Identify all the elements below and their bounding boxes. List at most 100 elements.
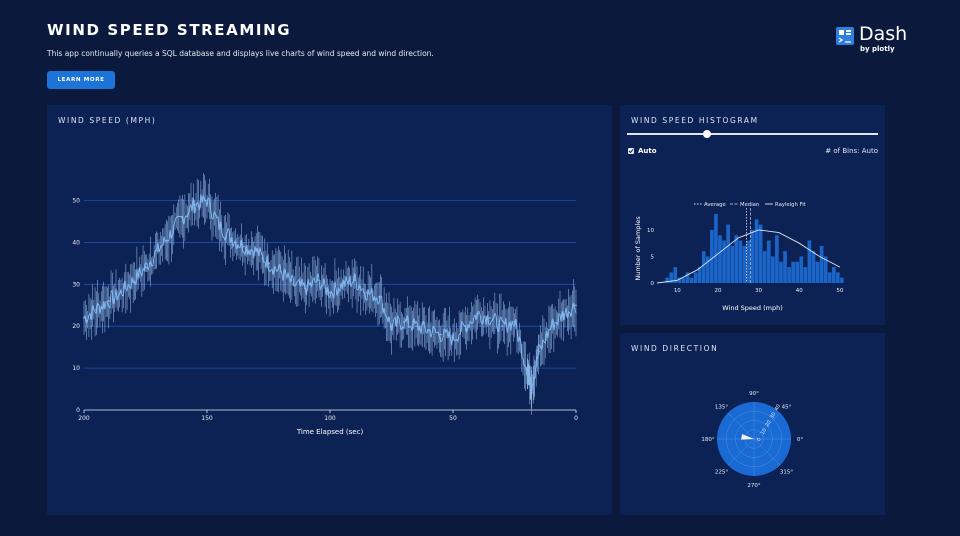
data-point[interactable] <box>390 325 393 328</box>
data-point[interactable] <box>304 287 307 290</box>
histogram-bar[interactable] <box>681 277 686 283</box>
legend-entry: Average <box>704 202 726 208</box>
data-point[interactable] <box>193 203 196 206</box>
histogram-bar[interactable] <box>693 272 698 283</box>
dash-logo[interactable]: Dash by plotly <box>836 23 916 55</box>
histogram-bar[interactable] <box>840 277 844 283</box>
angular-tick-label: 0° <box>797 437 803 443</box>
data-point[interactable] <box>452 337 454 340</box>
data-point[interactable] <box>575 304 577 307</box>
data-point[interactable] <box>353 279 356 282</box>
wind-speed-chart[interactable]: 0 10 20 30 40 50 200 150 100 50 0 Time Elapsed (sec… <box>47 105 612 515</box>
histogram-bar[interactable] <box>742 245 747 283</box>
histogram-bar[interactable] <box>827 272 832 283</box>
histogram-bar[interactable] <box>746 240 751 283</box>
histogram-bar[interactable] <box>815 261 820 283</box>
data-point[interactable] <box>243 245 245 248</box>
histogram-bar[interactable] <box>819 245 824 283</box>
histogram-bar[interactable] <box>758 224 763 283</box>
data-point[interactable] <box>107 300 110 302</box>
data-point[interactable] <box>279 270 282 273</box>
x-tick-label: 100 <box>324 415 336 422</box>
histogram-bar[interactable] <box>787 267 791 283</box>
histogram-bar[interactable] <box>754 219 759 283</box>
histogram-bar[interactable] <box>836 272 840 283</box>
data-point[interactable] <box>206 199 208 202</box>
hist-x-tick-label: 30 <box>755 288 762 294</box>
wind-direction-panel: WIND DIRECTION 90° 45° 0° 315° 270° 225° 180° 1… <box>620 333 885 515</box>
y-tick-label: 50 <box>72 198 80 205</box>
data-point[interactable] <box>267 262 270 265</box>
data-point[interactable] <box>476 312 479 315</box>
hist-x-tick-label: 20 <box>714 288 721 294</box>
data-point[interactable] <box>378 295 381 298</box>
histogram-bar[interactable] <box>795 261 800 283</box>
histogram-bar[interactable] <box>726 224 730 283</box>
data-point[interactable] <box>501 325 504 328</box>
data-point[interactable] <box>83 316 85 319</box>
histogram-bar[interactable] <box>799 256 804 283</box>
histogram-bar[interactable] <box>831 267 836 283</box>
data-point[interactable] <box>132 279 135 282</box>
histogram-bar[interactable] <box>710 229 714 283</box>
histogram-bar[interactable] <box>762 251 767 283</box>
data-point[interactable] <box>530 383 533 386</box>
histogram-bar[interactable] <box>718 235 722 283</box>
histogram-bar[interactable] <box>730 245 735 283</box>
wind-direction-chart[interactable]: 90°45°0°315°270°225°180°135°010203040 <box>620 333 885 515</box>
data-point[interactable] <box>230 237 233 240</box>
histogram-bar[interactable] <box>770 256 775 283</box>
data-point[interactable] <box>95 308 98 311</box>
data-point[interactable] <box>341 283 344 286</box>
data-point[interactable] <box>329 291 331 294</box>
y-tick-label: 20 <box>72 323 80 330</box>
histogram-bar[interactable] <box>750 229 755 283</box>
data-point[interactable] <box>550 325 553 328</box>
data-point[interactable] <box>439 333 442 336</box>
histogram-bar[interactable] <box>734 235 739 283</box>
histogram-bar[interactable] <box>722 240 726 283</box>
data-point[interactable] <box>464 325 467 328</box>
data-point[interactable] <box>181 216 184 219</box>
data-point[interactable] <box>415 325 417 328</box>
angular-tick-label: 135° <box>715 404 728 410</box>
dash-logo-glyph <box>838 30 851 43</box>
data-point[interactable] <box>513 321 516 323</box>
data-point[interactable] <box>538 350 540 353</box>
data-point[interactable] <box>366 291 368 294</box>
histogram-bar[interactable] <box>766 240 771 283</box>
data-point[interactable] <box>218 224 221 227</box>
data-point[interactable] <box>156 249 159 252</box>
x-tick-label: 150 <box>201 415 213 422</box>
histogram-bar[interactable] <box>775 235 779 283</box>
histogram-bar[interactable] <box>783 251 787 283</box>
page-title: WIND SPEED STREAMING <box>47 21 292 39</box>
legend-entry: Median <box>740 202 759 208</box>
histogram-bar[interactable] <box>791 261 795 283</box>
histogram-bar[interactable] <box>779 261 783 283</box>
x-tick-label: 0 <box>574 415 578 422</box>
data-point[interactable] <box>489 316 491 319</box>
data-point[interactable] <box>144 266 147 269</box>
data-point[interactable] <box>120 291 122 294</box>
histogram-bar[interactable] <box>738 240 743 283</box>
data-point[interactable] <box>292 283 294 286</box>
histogram-bar[interactable] <box>689 277 694 283</box>
learn-more-button[interactable]: LEARN MORE <box>47 71 115 89</box>
histogram-bar[interactable] <box>807 240 812 283</box>
histogram-bar[interactable] <box>803 267 808 283</box>
hist-y-tick-label: 10 <box>647 228 654 234</box>
data-point[interactable] <box>427 329 430 332</box>
histogram-bar[interactable] <box>701 251 706 283</box>
wind-histogram-chart[interactable]: 0 5 10 10 20 30 40 50 Wind Speed (mph) Number of … <box>620 105 885 325</box>
data-point[interactable] <box>255 249 258 252</box>
histogram-bar[interactable] <box>714 214 718 283</box>
data-point[interactable] <box>402 321 405 323</box>
data-point[interactable] <box>169 233 171 235</box>
x-axis-title: Time Elapsed (sec) <box>296 428 364 436</box>
data-point[interactable] <box>525 367 528 370</box>
data-point[interactable] <box>316 279 319 282</box>
histogram-bar[interactable] <box>811 251 816 283</box>
data-point[interactable] <box>562 312 565 315</box>
y-tick-label: 30 <box>72 281 80 288</box>
